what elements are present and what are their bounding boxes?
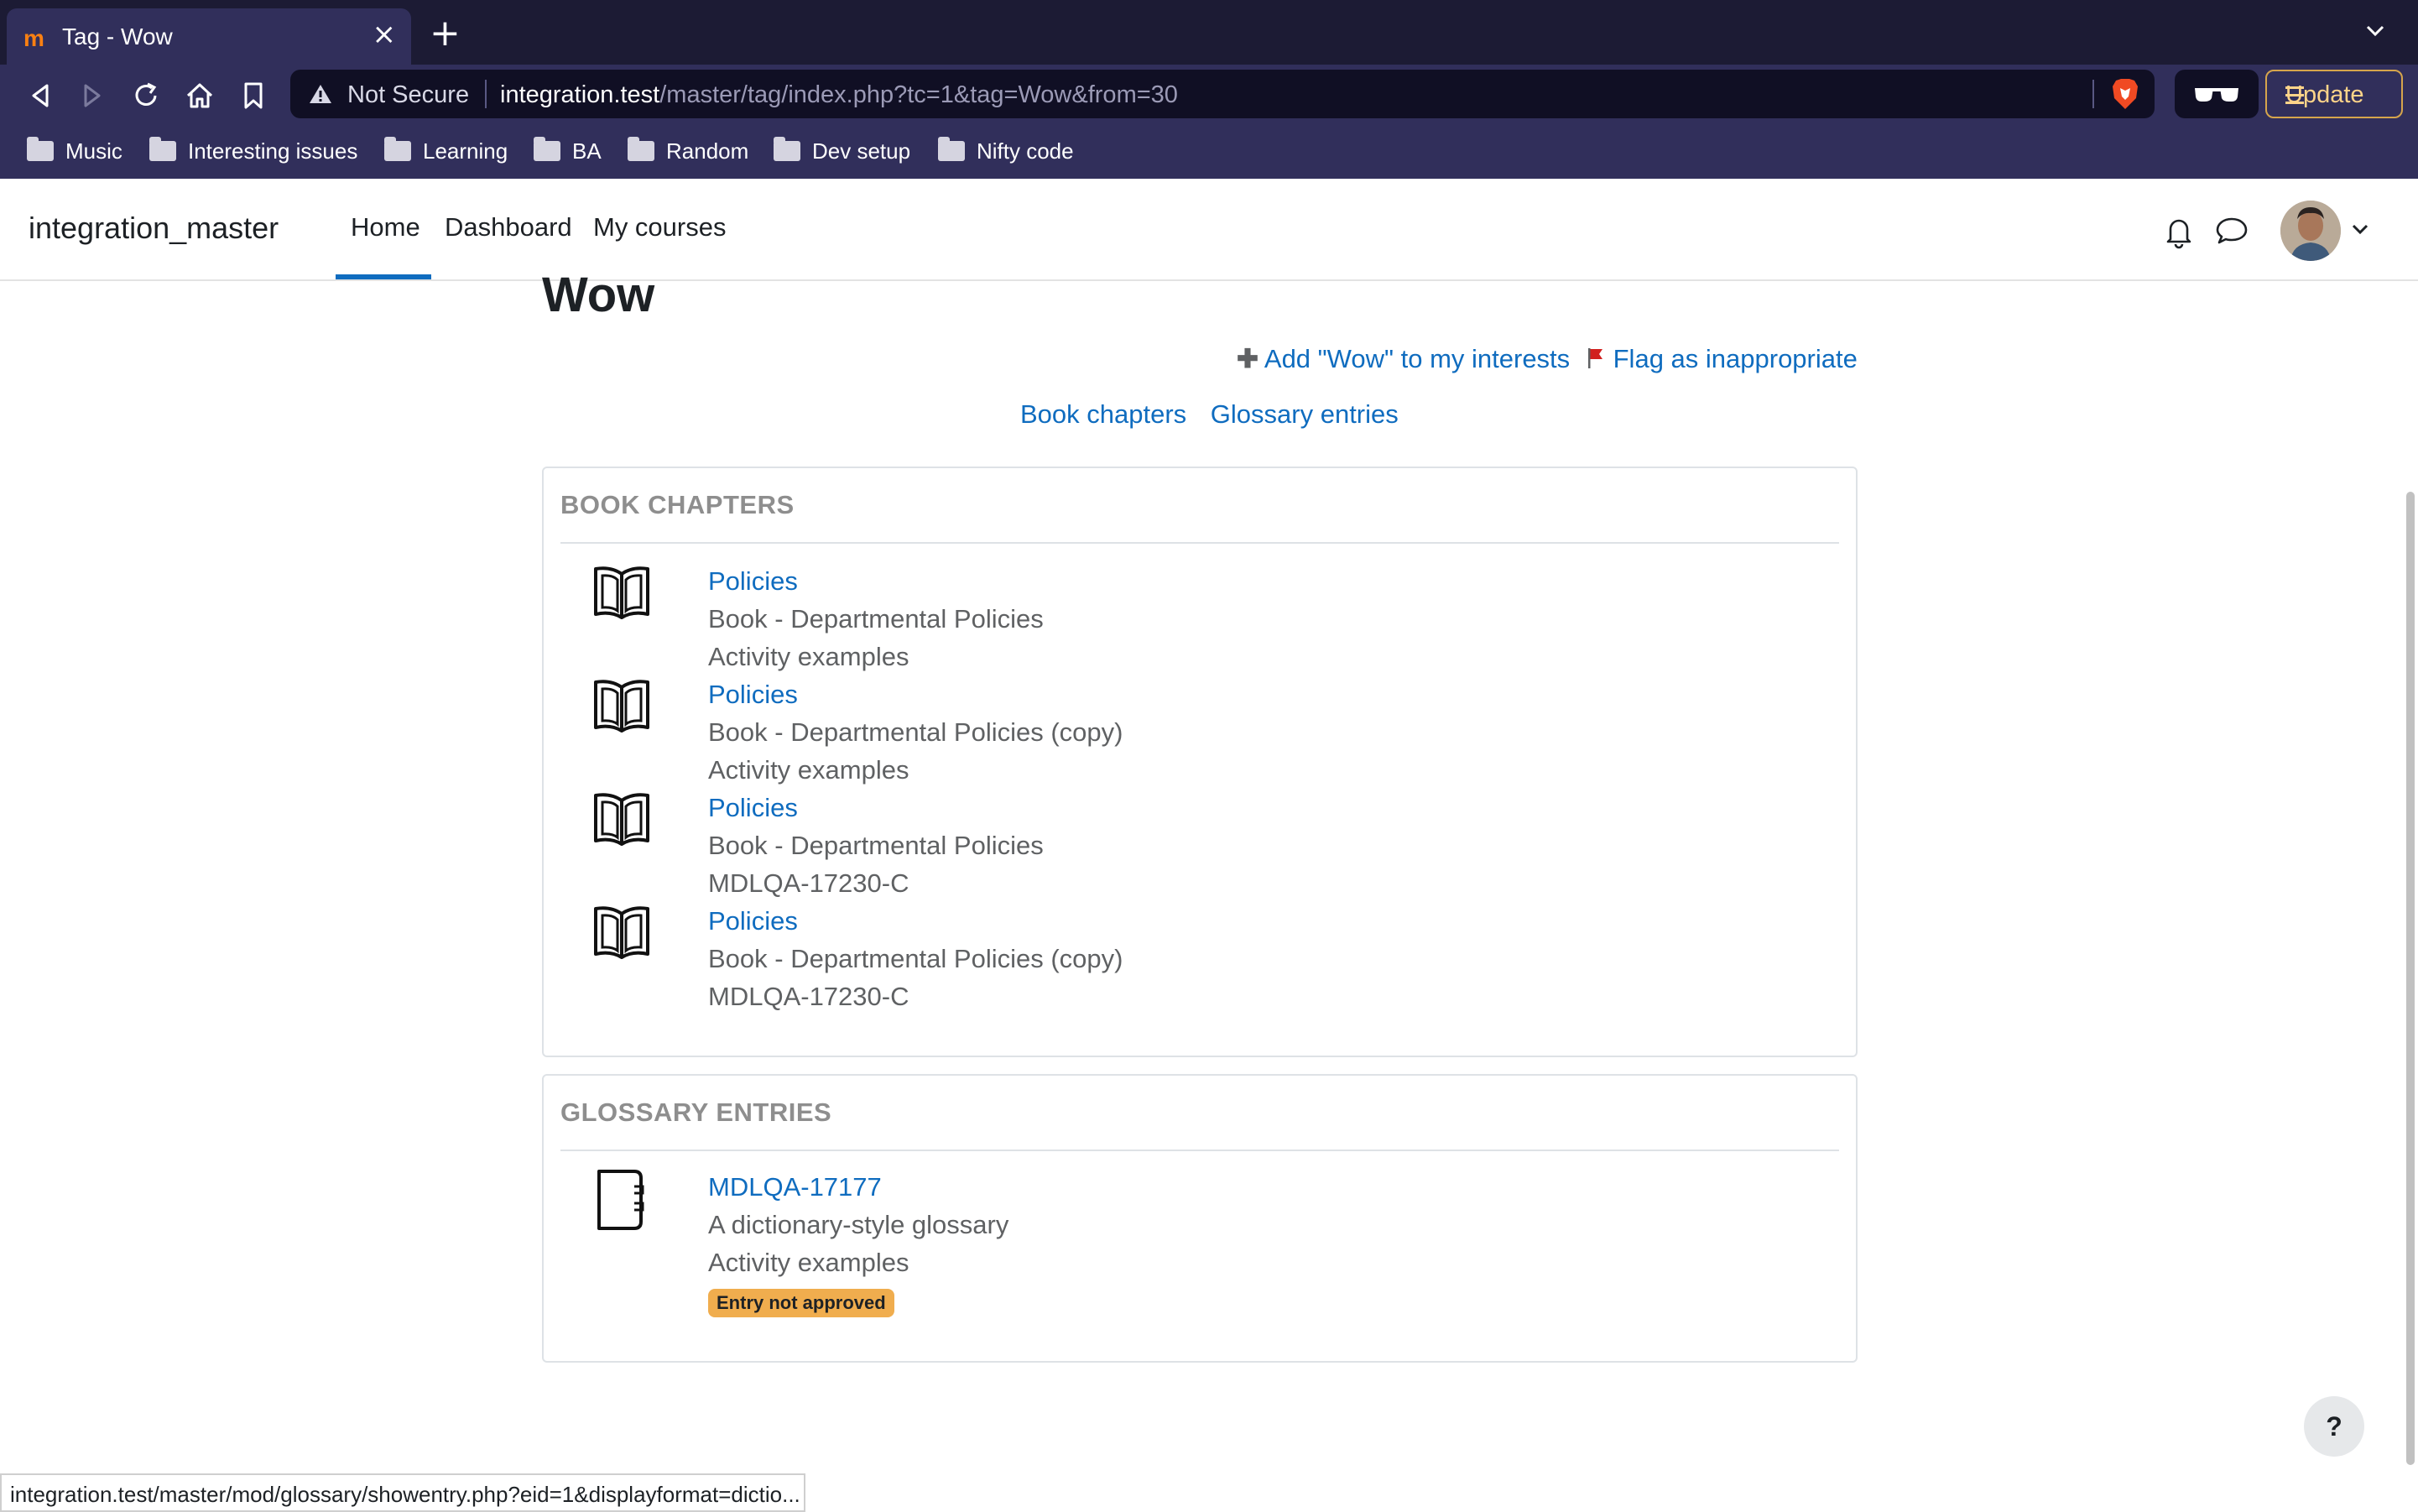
- forward-icon[interactable]: [76, 79, 109, 112]
- item-title-link[interactable]: Policies: [708, 906, 798, 936]
- flag-inappropriate-label[interactable]: Flag as inappropriate: [1613, 344, 1858, 373]
- help-button[interactable]: ?: [2304, 1396, 2364, 1457]
- page-title: Wow: [542, 268, 655, 322]
- link-status-bar: integration.test/master/mod/glossary/sho…: [0, 1473, 805, 1512]
- add-to-interests-link[interactable]: ✚ Add "Wow" to my interests: [1237, 344, 1570, 374]
- folder-icon: [628, 137, 654, 161]
- bookmark-label: Learning: [423, 138, 508, 164]
- bookmark-icon[interactable]: [237, 79, 270, 112]
- tab-title: Tag - Wow: [62, 23, 173, 50]
- messages-icon[interactable]: [2215, 216, 2249, 246]
- status-badge: Entry not approved: [708, 1289, 894, 1317]
- bookmark-folder[interactable]: Interesting issues: [149, 135, 357, 167]
- browser-tab-strip: m Tag - Wow × +: [0, 0, 2418, 65]
- user-avatar-image: [2280, 201, 2341, 261]
- bookmark-label: BA: [572, 138, 602, 164]
- book-chapters-section: BOOK CHAPTERS Policies Book - Department…: [542, 467, 1858, 1057]
- browser-toolbar: Not Secure integration.test/master/tag/i…: [0, 65, 2418, 123]
- warning-icon[interactable]: [309, 83, 332, 105]
- item-title-link[interactable]: Policies: [708, 566, 798, 596]
- book-icon: [594, 566, 649, 619]
- update-button[interactable]: Update: [2265, 70, 2403, 118]
- site-name[interactable]: integration_master: [29, 211, 279, 246]
- bookmark-label: Random: [666, 138, 749, 164]
- folder-icon: [774, 137, 800, 161]
- page-scrollbar[interactable]: [2406, 492, 2415, 1465]
- item-course: MDLQA-17230-C: [708, 982, 909, 1011]
- section-divider: [560, 1150, 1839, 1151]
- flag-icon: [1588, 348, 1602, 368]
- bookmark-folder[interactable]: Music: [27, 135, 122, 167]
- bookmark-label: Music: [65, 138, 122, 164]
- glasses-icon: [2195, 88, 2238, 102]
- nav-my-courses[interactable]: My courses: [593, 212, 726, 242]
- url-host: integration.test: [500, 81, 660, 108]
- item-course: Activity examples: [708, 1248, 909, 1277]
- site-navbar: integration_master Home Dashboard My cou…: [0, 179, 2418, 281]
- item-title-link[interactable]: Policies: [708, 793, 798, 822]
- add-to-interests-label[interactable]: Add "Wow" to my interests: [1264, 344, 1570, 373]
- item-course: Activity examples: [708, 642, 909, 671]
- glossary-entries-section: GLOSSARY ENTRIES MDLQA-17177 A dictionar…: [542, 1074, 1858, 1363]
- item-context: Book - Departmental Policies (copy): [708, 944, 1123, 973]
- reader-mode-button[interactable]: [2175, 70, 2259, 118]
- item-context: Book - Departmental Policies: [708, 604, 1044, 633]
- folder-icon: [27, 137, 54, 161]
- url-separator-right: [2092, 80, 2094, 108]
- tag-area-links: Book chapters Glossary entries: [1020, 399, 1415, 430]
- user-menu-chevron-icon[interactable]: [2351, 222, 2369, 236]
- plus-icon: ✚: [1237, 344, 1259, 373]
- folder-icon: [534, 137, 560, 161]
- item-title-link[interactable]: MDLQA-17177: [708, 1172, 882, 1202]
- bookmark-label: Interesting issues: [188, 138, 358, 164]
- jump-glossary-entries-link[interactable]: Glossary entries: [1211, 399, 1399, 429]
- active-nav-indicator: [336, 274, 431, 279]
- jump-book-chapters-link[interactable]: Book chapters: [1020, 399, 1186, 429]
- item-course: Activity examples: [708, 755, 909, 785]
- bookmark-folder[interactable]: Random: [628, 135, 748, 167]
- item-title-link[interactable]: Policies: [708, 680, 798, 709]
- bookmark-folder[interactable]: Nifty code: [938, 135, 1074, 167]
- section-divider: [560, 542, 1839, 544]
- url-text[interactable]: integration.test/master/tag/index.php?tc…: [500, 81, 1178, 109]
- moodle-favicon: m: [23, 25, 44, 51]
- browser-tab[interactable]: m Tag - Wow ×: [7, 8, 411, 65]
- home-icon[interactable]: [183, 79, 216, 112]
- book-icon: [594, 680, 649, 733]
- folder-icon: [938, 137, 965, 161]
- section-heading: BOOK CHAPTERS: [560, 490, 795, 519]
- tab-list-chevron-icon[interactable]: [2364, 20, 2386, 42]
- brave-shield-icon[interactable]: [2111, 78, 2139, 110]
- item-context: Book - Departmental Policies: [708, 831, 1044, 860]
- user-avatar[interactable]: [2280, 201, 2341, 261]
- url-separator: [485, 80, 487, 108]
- item-course: MDLQA-17230-C: [708, 868, 909, 898]
- folder-icon: [384, 137, 411, 161]
- close-tab-icon[interactable]: ×: [373, 20, 397, 49]
- new-tab-icon[interactable]: +: [430, 15, 461, 52]
- folder-icon: [149, 137, 176, 161]
- item-context: Book - Departmental Policies (copy): [708, 717, 1123, 747]
- section-heading: GLOSSARY ENTRIES: [560, 1098, 832, 1127]
- menu-icon: [2285, 86, 2304, 109]
- flag-inappropriate-link[interactable]: Flag as inappropriate: [1586, 344, 1858, 374]
- back-icon[interactable]: [23, 79, 57, 112]
- url-path: /master/tag/index.php?tc=1&tag=Wow&from=…: [659, 81, 1178, 108]
- nav-dashboard[interactable]: Dashboard: [445, 212, 572, 242]
- reload-icon[interactable]: [129, 79, 163, 112]
- bookmark-label: Nifty code: [977, 138, 1074, 164]
- bookmark-label: Dev setup: [812, 138, 911, 164]
- security-label[interactable]: Not Secure: [347, 81, 469, 109]
- glossary-icon: [597, 1170, 644, 1230]
- bookmarks-bar: Music Interesting issues Learning BA Ran…: [0, 123, 2418, 179]
- bookmark-folder[interactable]: BA: [534, 135, 602, 167]
- notification-bell-icon[interactable]: [2163, 214, 2195, 249]
- book-icon: [594, 793, 649, 846]
- nav-home[interactable]: Home: [351, 212, 420, 242]
- book-icon: [594, 906, 649, 959]
- bookmark-folder[interactable]: Learning: [384, 135, 508, 167]
- bookmark-folder[interactable]: Dev setup: [774, 135, 910, 167]
- address-bar[interactable]: Not Secure integration.test/master/tag/i…: [290, 70, 2155, 118]
- item-context: A dictionary-style glossary: [708, 1210, 1009, 1239]
